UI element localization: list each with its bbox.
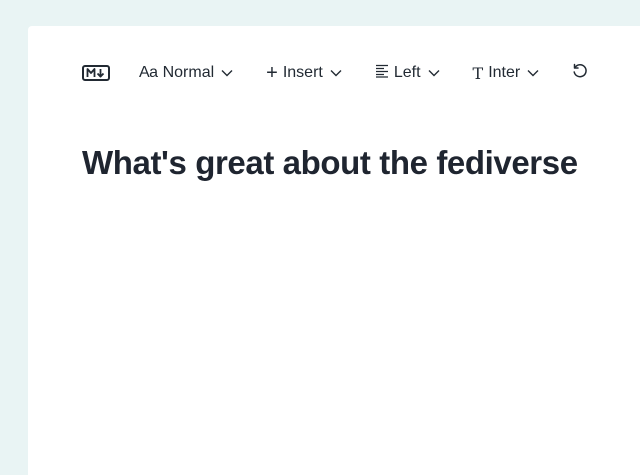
font-family-label: Inter [488, 64, 521, 81]
markdown-icon [82, 65, 110, 81]
font-icon: T [472, 63, 484, 83]
font-family-dropdown[interactable]: T Inter [473, 59, 540, 87]
align-left-icon [375, 64, 389, 83]
text-style-dropdown[interactable]: Aa Normal [139, 59, 233, 87]
insert-dropdown[interactable]: + Insert [266, 59, 342, 87]
alignment-dropdown[interactable]: Left [375, 59, 440, 87]
chevron-down-icon [527, 69, 539, 77]
document-title[interactable]: What's great about the fediverse [82, 144, 578, 182]
chevron-down-icon [330, 69, 342, 77]
editor-panel: Aa Normal + Insert Left T Inter What's g… [28, 26, 640, 475]
alignment-label: Left [393, 64, 421, 81]
editor-toolbar: Aa Normal + Insert Left T Inter [82, 26, 640, 120]
text-style-icon: Aa [139, 64, 158, 81]
markdown-toggle-button[interactable] [82, 59, 110, 87]
undo-icon [572, 63, 588, 84]
chevron-down-icon [428, 69, 440, 77]
undo-button[interactable] [572, 59, 588, 87]
text-style-label: Normal [162, 64, 215, 81]
insert-label: Insert [282, 64, 323, 81]
chevron-down-icon [221, 69, 233, 77]
plus-icon: + [266, 62, 278, 84]
